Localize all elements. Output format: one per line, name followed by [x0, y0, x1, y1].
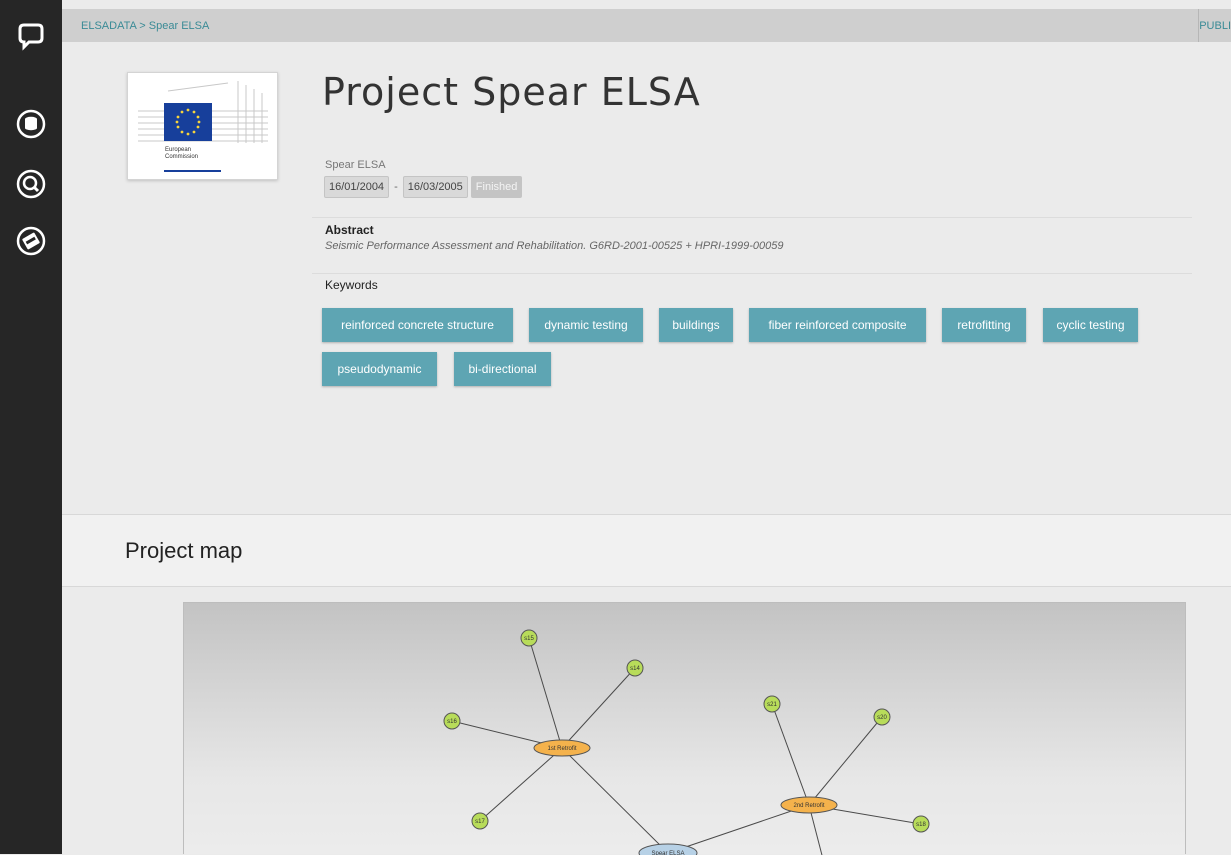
project-map-header: Project map — [62, 514, 1231, 587]
database-icon[interactable] — [11, 104, 51, 144]
top-bar: ELSADATA > Spear ELSA PUBLI — [62, 9, 1231, 42]
graph-node-s15[interactable]: s15 — [520, 629, 538, 647]
graph-node-s20[interactable]: s20 — [873, 708, 891, 726]
start-date: 16/01/2004 — [324, 176, 390, 198]
keyword-tag[interactable]: dynamic testing — [529, 308, 643, 342]
graph-node-r1[interactable]: 1st Retrofit — [533, 739, 591, 757]
publish-link[interactable]: PUBLI — [1199, 20, 1231, 32]
search-icon[interactable] — [11, 164, 51, 204]
graph-edge — [479, 747, 563, 822]
graph-edge — [667, 804, 810, 854]
keyword-tag[interactable]: pseudodynamic — [322, 352, 437, 386]
project-map-graph: Spear ELSA 1st Retrofit 2nd Retrofit s14 s15… — [443, 629, 930, 855]
graph-node-label: s15 — [524, 636, 534, 642]
graph-edge — [561, 667, 636, 749]
keyword-tag[interactable]: reinforced concrete structure — [322, 308, 513, 342]
graph-edge — [808, 716, 883, 806]
graph-node-label: s20 — [877, 715, 887, 721]
graph-node-label: s14 — [630, 666, 640, 672]
page-title: Project Spear ELSA — [322, 70, 701, 114]
graph-node-label: s16 — [447, 719, 457, 725]
graph-node-s14[interactable]: s14 — [626, 659, 644, 677]
manual-icon[interactable] — [11, 221, 51, 261]
project-map-canvas[interactable]: Spear ELSA 1st Retrofit 2nd Retrofit s14 s15… — [183, 602, 1186, 855]
graph-node-r2[interactable]: 2nd Retrofit — [780, 796, 838, 814]
status-badge: Finished — [470, 176, 523, 198]
graph-node-s17[interactable]: s17 — [471, 812, 489, 830]
graph-node-label: s17 — [475, 819, 485, 825]
project-subtitle: Spear ELSA — [325, 159, 386, 171]
breadcrumb-separator: > — [139, 20, 146, 32]
breadcrumb-current[interactable]: Spear ELSA — [149, 20, 210, 32]
abstract-label: Abstract — [325, 223, 374, 237]
graph-edge — [771, 703, 810, 806]
divider — [312, 273, 1192, 274]
keyword-tag[interactable]: bi-directional — [454, 352, 551, 386]
keyword-tag[interactable]: buildings — [659, 308, 733, 342]
graph-edge — [561, 747, 669, 854]
project-dates: 16/01/2004 - 16/03/2005 Finished — [324, 176, 523, 198]
abstract-text: Seismic Performance Assessment and Rehab… — [325, 240, 784, 252]
keywords-label: Keywords — [325, 278, 378, 292]
divider — [312, 217, 1192, 218]
logo-text-line2: Commission — [165, 154, 199, 160]
graph-node-label: Spear ELSA — [651, 851, 684, 855]
graph-node-s18[interactable]: s18 — [912, 815, 930, 833]
end-date: 16/03/2005 — [402, 176, 468, 198]
graph-node-label: s18 — [916, 822, 926, 828]
keyword-tag[interactable]: fiber reinforced composite — [749, 308, 926, 342]
chat-bubble-icon[interactable] — [11, 16, 51, 56]
graph-node-s16[interactable]: s16 — [443, 712, 461, 730]
breadcrumb: ELSADATA > Spear ELSA — [81, 20, 209, 32]
project-logo: European Commission — [127, 72, 278, 180]
logo-text-line1: European — [165, 147, 192, 153]
graph-node-label: 2nd Retrofit — [793, 803, 824, 809]
graph-edge — [528, 637, 563, 749]
graph-node-s21[interactable]: s21 — [763, 695, 781, 713]
project-map-heading: Project map — [125, 538, 243, 563]
keyword-tag[interactable]: retrofitting — [942, 308, 1026, 342]
graph-node-label: 1st Retrofit — [547, 746, 576, 752]
date-separator: - — [394, 181, 398, 193]
keyword-tag[interactable]: cyclic testing — [1043, 308, 1138, 342]
graph-node-label: s21 — [767, 702, 777, 708]
breadcrumb-root-link[interactable]: ELSADATA — [81, 20, 136, 32]
sidebar — [0, 0, 62, 854]
